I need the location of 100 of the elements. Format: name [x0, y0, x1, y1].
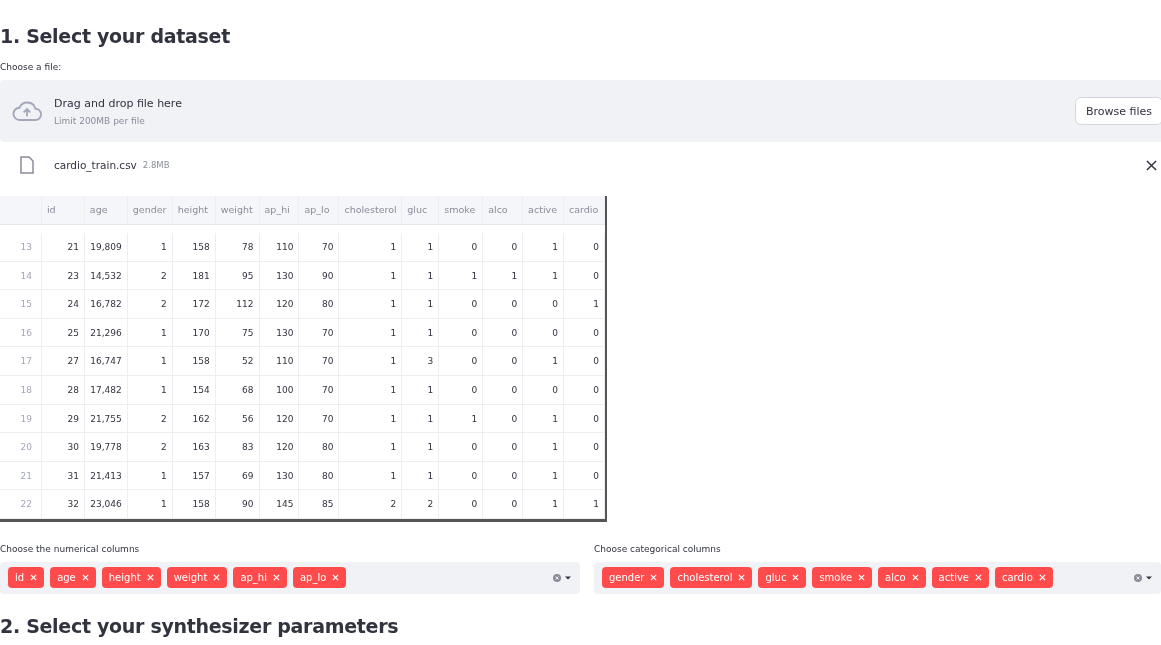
- table-cell: 1: [523, 261, 565, 290]
- column-header[interactable]: cholesterol: [339, 196, 403, 224]
- row-index: 21: [0, 461, 42, 490]
- column-tag[interactable]: smoke: [812, 567, 873, 589]
- table-cell: 80: [299, 290, 340, 318]
- column-tag[interactable]: cardio: [995, 567, 1053, 589]
- table-cell: 1: [402, 318, 440, 347]
- file-icon: [20, 156, 34, 174]
- table-cell: 0: [523, 375, 565, 404]
- table-cell: 0: [439, 347, 484, 375]
- table-cell: 158: [172, 490, 216, 518]
- clear-and-dropdown-icon[interactable]: [1133, 572, 1153, 583]
- table-cell: 32: [41, 490, 85, 518]
- table-cell: 1: [127, 347, 173, 375]
- column-tag[interactable]: weight: [166, 567, 228, 589]
- column-header[interactable]: height: [172, 196, 216, 224]
- table-cell: 0: [564, 347, 605, 375]
- table-cell: 83: [215, 433, 260, 461]
- table-cell: 154: [172, 375, 216, 404]
- remove-icon[interactable]: [858, 574, 866, 582]
- column-header[interactable]: age: [84, 196, 128, 224]
- table-cell: 1: [339, 347, 403, 375]
- column-header[interactable]: gender: [127, 196, 173, 224]
- remove-icon[interactable]: [792, 574, 800, 582]
- table-cell: 1: [523, 490, 565, 518]
- browse-files-button[interactable]: Browse files: [1074, 97, 1161, 125]
- table-cell: 2: [127, 433, 173, 461]
- remove-icon[interactable]: [738, 574, 746, 582]
- table-cell: 70: [299, 347, 340, 375]
- remove-icon[interactable]: [650, 574, 658, 582]
- row-index: 17: [0, 347, 42, 375]
- table-cell: 70: [299, 233, 340, 261]
- table-cell: 52: [215, 347, 260, 375]
- multiselect-field[interactable]: id age height weight ap_hi ap_lo: [0, 561, 580, 594]
- column-tag[interactable]: ap_hi: [233, 567, 287, 589]
- table-cell: 1: [339, 375, 403, 404]
- remove-icon[interactable]: [1038, 574, 1046, 582]
- table-cell: 0: [439, 375, 484, 404]
- column-tag[interactable]: age: [50, 567, 96, 589]
- column-tag[interactable]: gluc: [758, 567, 807, 589]
- multiselect-field[interactable]: gender cholesterol gluc smoke alco active cardio: [594, 561, 1161, 594]
- column-header[interactable]: weight: [215, 196, 260, 224]
- remove-icon[interactable]: [146, 574, 154, 582]
- column-header[interactable]: ap_lo: [299, 196, 340, 224]
- column-header[interactable]: ap_hi: [259, 196, 300, 224]
- table-cell: 56: [215, 404, 260, 433]
- table-cell: 100: [259, 375, 300, 404]
- column-header[interactable]: alco: [483, 196, 524, 224]
- column-header[interactable]: active: [523, 196, 565, 224]
- table-cell: 25: [41, 318, 85, 347]
- table-cell: 75: [215, 318, 260, 347]
- table-cell: 0: [564, 433, 605, 461]
- table-cell: 1: [402, 261, 440, 290]
- column-header[interactable]: cardio: [564, 196, 605, 224]
- table-cell: 16,782: [84, 290, 128, 318]
- table-cell: 158: [172, 233, 216, 261]
- section-heading: 1. Select your dataset: [0, 24, 231, 48]
- table-cell: 95: [215, 261, 260, 290]
- column-tag[interactable]: height: [101, 567, 161, 589]
- table-cell: 110: [259, 347, 300, 375]
- dropzone-instruction: Drag and drop file here: [54, 96, 183, 110]
- table-cell: 0: [564, 318, 605, 347]
- remove-icon[interactable]: [272, 574, 280, 582]
- row-index: 13: [0, 233, 42, 261]
- remove-icon[interactable]: [213, 574, 221, 582]
- column-tag[interactable]: ap_lo: [292, 567, 347, 589]
- multiselect-label: Choose the numerical columns: [0, 543, 141, 554]
- column-header[interactable]: id: [41, 196, 85, 224]
- table-cell: 14,532: [84, 261, 128, 290]
- close-icon[interactable]: [1146, 159, 1157, 171]
- remove-icon[interactable]: [911, 574, 919, 582]
- table-cell: 0: [483, 375, 524, 404]
- row-index: 22: [0, 490, 42, 518]
- table-cell: 0: [439, 433, 484, 461]
- column-tag[interactable]: gender: [602, 567, 665, 589]
- file-dropzone[interactable]: Drag and drop file here Limit 200MB per file Browse files: [0, 80, 1161, 142]
- column-tag[interactable]: id: [8, 567, 45, 589]
- table-cell: 21,413: [84, 461, 128, 490]
- column-tag[interactable]: active: [931, 567, 989, 589]
- table-cell: 0: [523, 290, 565, 318]
- remove-icon[interactable]: [30, 574, 38, 582]
- table-cell: 2: [339, 490, 403, 518]
- column-header[interactable]: gluc: [402, 196, 440, 224]
- remove-icon[interactable]: [81, 574, 89, 582]
- table-cell: 1: [402, 433, 440, 461]
- column-tag[interactable]: cholesterol: [670, 567, 753, 589]
- table-cell: 2: [402, 490, 440, 518]
- remove-icon[interactable]: [332, 574, 340, 582]
- table-cell: 27: [41, 347, 85, 375]
- cloud-upload-icon: [12, 100, 42, 122]
- table-cell: 120: [259, 404, 300, 433]
- column-header[interactable]: smoke: [439, 196, 484, 224]
- table-cell: 0: [483, 290, 524, 318]
- clear-and-dropdown-icon[interactable]: [552, 572, 572, 583]
- table-cell: 1: [339, 461, 403, 490]
- table-cell: 0: [483, 318, 524, 347]
- table-cell: 1: [127, 461, 173, 490]
- remove-icon[interactable]: [975, 574, 982, 582]
- column-tag[interactable]: alco: [878, 567, 926, 589]
- table-cell: 19,778: [84, 433, 128, 461]
